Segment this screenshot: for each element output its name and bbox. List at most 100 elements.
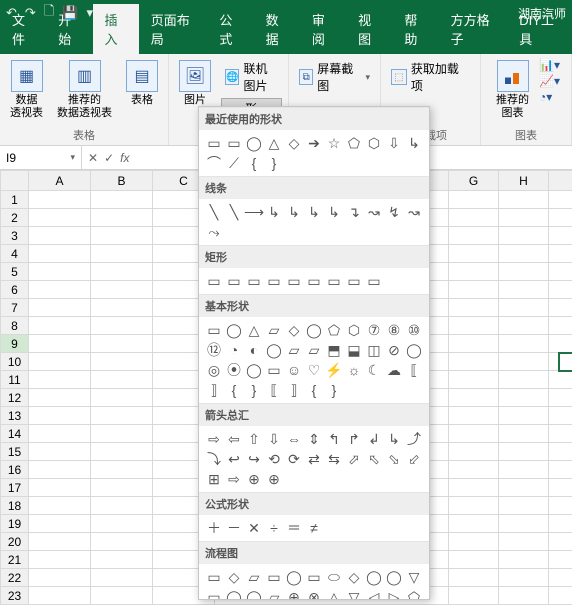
- cell[interactable]: [91, 551, 153, 569]
- shape-item[interactable]: ↳: [385, 430, 403, 448]
- cell[interactable]: [499, 245, 549, 263]
- row-header[interactable]: 14: [1, 425, 29, 443]
- shape-item[interactable]: ⇕: [305, 430, 323, 448]
- cell[interactable]: [449, 191, 499, 209]
- cell[interactable]: [449, 389, 499, 407]
- cell[interactable]: [499, 227, 549, 245]
- cell[interactable]: [91, 497, 153, 515]
- cell[interactable]: [29, 371, 91, 389]
- shape-item[interactable]: ⟶: [245, 203, 263, 221]
- chart-type-icon[interactable]: 📊▾: [539, 58, 560, 72]
- cell[interactable]: [29, 479, 91, 497]
- cell[interactable]: [549, 191, 572, 209]
- cell[interactable]: [499, 281, 549, 299]
- shape-item[interactable]: △: [245, 321, 263, 339]
- cell[interactable]: [449, 533, 499, 551]
- cell[interactable]: [549, 461, 572, 479]
- cell[interactable]: [29, 317, 91, 335]
- tab-diy[interactable]: DIY工具: [507, 4, 572, 54]
- cell[interactable]: [91, 569, 153, 587]
- cell[interactable]: [549, 587, 572, 605]
- shape-item[interactable]: ▷: [385, 588, 403, 600]
- shape-item[interactable]: ↩: [225, 450, 243, 468]
- cell[interactable]: [449, 569, 499, 587]
- shape-item[interactable]: ✕: [245, 519, 263, 537]
- cell[interactable]: [29, 353, 91, 371]
- cell[interactable]: [29, 263, 91, 281]
- shape-item[interactable]: ╲: [225, 203, 243, 221]
- shape-item[interactable]: ▭: [205, 272, 223, 290]
- col-header[interactable]: [549, 171, 572, 191]
- cell[interactable]: [29, 443, 91, 461]
- cell[interactable]: [549, 551, 572, 569]
- shape-item[interactable]: ▱: [285, 341, 303, 359]
- cell[interactable]: [91, 299, 153, 317]
- row-header[interactable]: 22: [1, 569, 29, 587]
- cell[interactable]: [29, 551, 91, 569]
- shape-item[interactable]: ↱: [345, 430, 363, 448]
- cell[interactable]: [499, 299, 549, 317]
- shape-item[interactable]: ⊕: [245, 470, 263, 488]
- cell[interactable]: [449, 515, 499, 533]
- cell[interactable]: [499, 389, 549, 407]
- cell[interactable]: [499, 371, 549, 389]
- shape-item[interactable]: ◯: [405, 341, 423, 359]
- shape-item[interactable]: ▽: [405, 568, 423, 586]
- cell[interactable]: [29, 515, 91, 533]
- row-header[interactable]: 2: [1, 209, 29, 227]
- online-pictures-button[interactable]: 🌐 联机图片: [221, 58, 282, 96]
- shape-item[interactable]: ▭: [205, 134, 223, 152]
- shape-item[interactable]: ▭: [305, 272, 323, 290]
- shape-item[interactable]: ⬒: [325, 341, 343, 359]
- row-header[interactable]: 19: [1, 515, 29, 533]
- shape-item[interactable]: ◯: [385, 568, 403, 586]
- shape-item[interactable]: ◯: [305, 321, 323, 339]
- col-header[interactable]: H: [499, 171, 549, 191]
- cell[interactable]: [29, 533, 91, 551]
- cell[interactable]: [29, 389, 91, 407]
- shape-item[interactable]: ⊗: [305, 588, 323, 600]
- shape-item[interactable]: }: [265, 154, 283, 172]
- cell[interactable]: [549, 497, 572, 515]
- cell[interactable]: [91, 191, 153, 209]
- cell[interactable]: [449, 425, 499, 443]
- cell[interactable]: [91, 317, 153, 335]
- tab-formulas[interactable]: 公式: [207, 4, 253, 54]
- shape-item[interactable]: △: [325, 588, 343, 600]
- cell[interactable]: [91, 353, 153, 371]
- cell[interactable]: [91, 425, 153, 443]
- shape-item[interactable]: ⬁: [365, 450, 383, 468]
- table-button[interactable]: ▤ 表格: [122, 58, 162, 109]
- shape-item[interactable]: ◯: [225, 588, 243, 600]
- fx-icon[interactable]: fx: [120, 151, 129, 165]
- shape-item[interactable]: ⇨: [205, 430, 223, 448]
- row-header[interactable]: 8: [1, 317, 29, 335]
- shape-item[interactable]: ⟳: [285, 450, 303, 468]
- cell[interactable]: [499, 587, 549, 605]
- cell[interactable]: [91, 335, 153, 353]
- shape-item[interactable]: ⬓: [345, 341, 363, 359]
- cell[interactable]: [91, 227, 153, 245]
- shape-item[interactable]: ⬀: [345, 450, 363, 468]
- shape-item[interactable]: ◇: [345, 568, 363, 586]
- cell[interactable]: [549, 299, 572, 317]
- shape-item[interactable]: ↝: [365, 203, 383, 221]
- tab-insert[interactable]: 插入: [93, 4, 139, 54]
- cell[interactable]: [91, 389, 153, 407]
- shape-item[interactable]: ↴: [345, 203, 363, 221]
- shape-item[interactable]: ◫: [365, 341, 383, 359]
- shape-item[interactable]: －: [225, 519, 243, 537]
- row-header[interactable]: 11: [1, 371, 29, 389]
- tab-view[interactable]: 视图: [346, 4, 392, 54]
- shape-item[interactable]: ◯: [225, 321, 243, 339]
- chart-type-icon[interactable]: 📈▾: [539, 74, 560, 88]
- cell[interactable]: [29, 281, 91, 299]
- undo-icon[interactable]: ↶: [6, 5, 17, 21]
- cell[interactable]: [91, 407, 153, 425]
- cell[interactable]: [449, 227, 499, 245]
- shape-item[interactable]: △: [265, 134, 283, 152]
- cell[interactable]: [91, 479, 153, 497]
- shape-item[interactable]: ▭: [205, 588, 223, 600]
- shape-item[interactable]: ⑧: [385, 321, 403, 339]
- tab-ffgz[interactable]: 方方格子: [439, 4, 508, 54]
